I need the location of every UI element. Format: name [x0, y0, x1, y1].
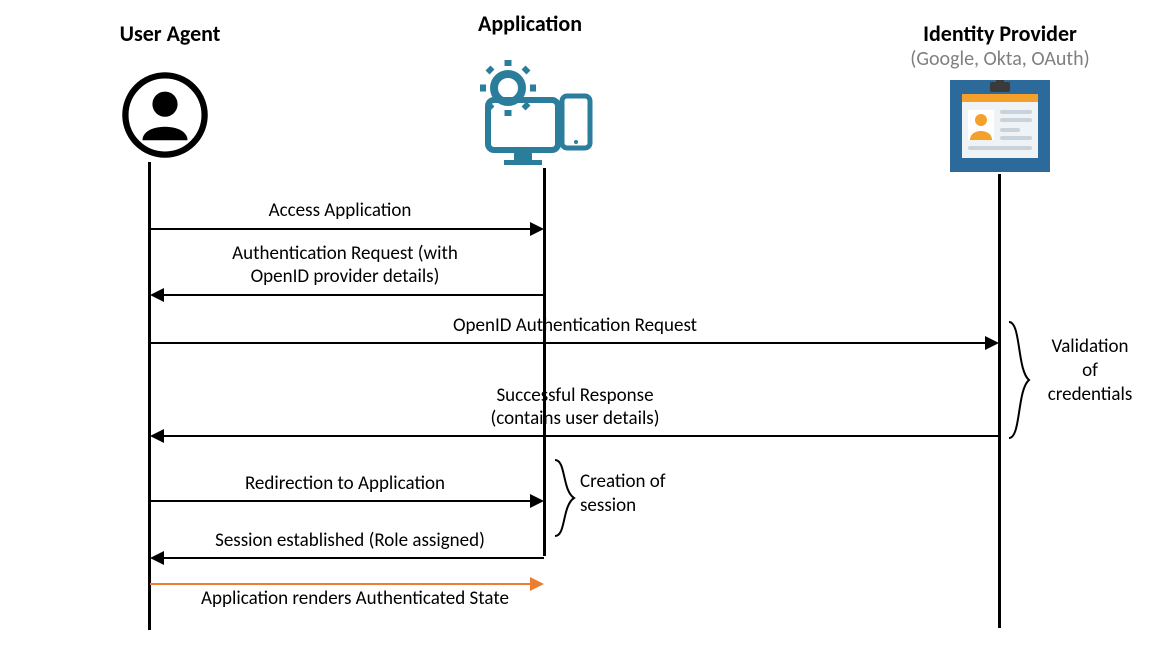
msg-success-response-l2: (contains user details) — [420, 408, 730, 431]
msg-openid-request: OpenID Authentication Request — [370, 315, 780, 338]
note-session: Creation of session — [580, 470, 700, 518]
user-agent-icon — [120, 70, 210, 160]
arrow-access-application — [150, 228, 542, 230]
msg-auth-request-l2: OpenID provider details) — [180, 266, 510, 289]
arrow-redirection — [150, 500, 542, 502]
note-validation: Validation of credentials — [1035, 335, 1145, 406]
msg-auth-request: Authentication Request (with OpenID prov… — [180, 243, 510, 289]
lifeline-idp — [998, 174, 1001, 628]
actor-label-idp: Identity Provider (Google, Okta, OAuth) — [900, 20, 1100, 71]
arrow-success-response — [152, 435, 999, 437]
note-validation-l2: of — [1035, 359, 1145, 383]
brace-session — [552, 458, 576, 543]
actor-label-idp-subtitle: (Google, Okta, OAuth) — [900, 47, 1100, 71]
msg-access-application: Access Application — [210, 200, 470, 223]
arrow-render-auth-state — [150, 583, 542, 585]
msg-render-auth-state: Application renders Authenticated State — [155, 588, 555, 611]
actor-label-application: Application — [440, 10, 620, 37]
msg-auth-request-l1: Authentication Request (with — [180, 243, 510, 266]
msg-redirection: Redirection to Application — [180, 473, 510, 496]
arrow-session-established — [152, 557, 544, 559]
brace-validation — [1005, 320, 1031, 445]
note-validation-l3: credentials — [1035, 383, 1145, 407]
msg-session-established: Session established (Role assigned) — [160, 530, 540, 553]
note-session-l1: Creation of — [580, 470, 700, 494]
actor-label-idp-title: Identity Provider — [900, 20, 1100, 47]
identity-provider-icon — [950, 80, 1050, 172]
note-validation-l1: Validation — [1035, 335, 1145, 359]
arrow-auth-request — [152, 294, 544, 296]
note-session-l2: session — [580, 494, 700, 518]
arrow-openid-request — [150, 342, 997, 344]
actor-label-user-agent: User Agent — [90, 20, 250, 47]
msg-success-response-l1: Successful Response — [420, 385, 730, 408]
msg-success-response: Successful Response (contains user detai… — [420, 385, 730, 431]
application-icon — [470, 60, 600, 170]
